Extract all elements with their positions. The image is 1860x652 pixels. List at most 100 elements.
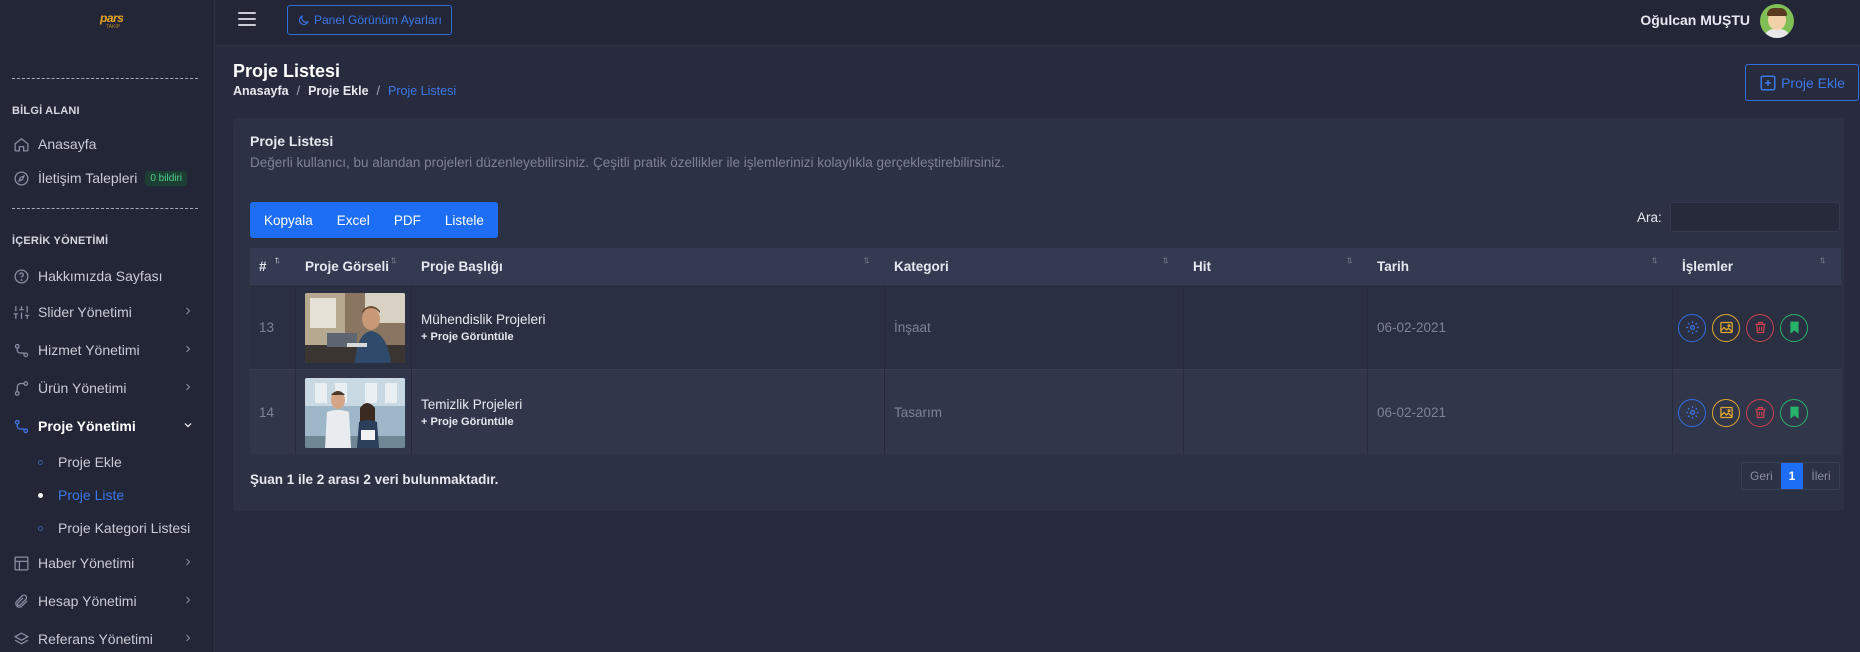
sort-icon: ↑↓ — [390, 255, 397, 266]
cell-hit — [1184, 285, 1368, 370]
hamburger-menu-icon[interactable] — [238, 12, 256, 28]
bookmark-icon — [1789, 406, 1799, 419]
project-thumbnail[interactable] — [305, 377, 405, 448]
sidebar-subitem-project-add[interactable]: Proje Ekle — [38, 452, 122, 472]
pdf-button[interactable]: PDF — [382, 213, 433, 228]
sidebar-divider — [12, 78, 198, 79]
sort-icon: ↑↓ — [1346, 255, 1353, 266]
sidebar-item-home[interactable]: Anasayfa — [12, 132, 202, 156]
cell-category: Tasarım — [885, 370, 1184, 455]
image-icon — [1719, 321, 1733, 334]
breadcrumb-project-add[interactable]: Proje Ekle — [308, 84, 368, 98]
cell-title: Mühendislik Projeleri + Proje Görüntüle — [412, 285, 885, 370]
export-button-group: Kopyala Excel PDF Listele — [250, 202, 498, 238]
print-button[interactable]: Listele — [433, 213, 496, 228]
table-info: Şuan 1 ile 2 arası 2 veri bulunmaktadır. — [250, 472, 499, 487]
sort-icon: ↑↓ — [863, 255, 870, 266]
sidebar-divider — [12, 208, 198, 209]
pagination-next[interactable]: İleri — [1803, 463, 1838, 489]
sidebar-subitem-project-category[interactable]: Proje Kategori Listesi — [38, 518, 190, 538]
route-icon — [12, 417, 30, 435]
delete-button[interactable] — [1746, 398, 1774, 427]
gear-icon — [1685, 321, 1699, 334]
user-name[interactable]: Oğulcan MUŞTU — [1640, 12, 1750, 28]
trash-icon — [1755, 321, 1765, 334]
section-content-title: İÇERİK YÖNETİMİ — [12, 235, 109, 247]
cell-title: Temizlik Projeleri + Proje Görüntüle — [412, 370, 885, 455]
sidebar-item-account[interactable]: Hesap Yönetimi — [12, 589, 202, 613]
breadcrumb-home[interactable]: Anasayfa — [233, 84, 289, 98]
column-header-title[interactable]: Proje Başlığı ↑↓ — [412, 248, 885, 284]
sidebar-item-news[interactable]: Haber Yönetimi — [12, 551, 202, 575]
view-project-link[interactable]: + Proje Görüntüle — [421, 416, 514, 428]
bullet-icon — [38, 525, 43, 531]
theme-settings-button[interactable]: Panel Görünüm Ayarları — [287, 5, 452, 35]
add-project-button[interactable]: Proje Ekle — [1745, 64, 1859, 101]
sidebar-item-product[interactable]: Ürün Yönetimi — [12, 376, 202, 400]
branch-icon — [12, 379, 30, 397]
column-header-date[interactable]: Tarih ↑↓ — [1368, 248, 1673, 284]
image-icon — [1719, 406, 1733, 419]
view-project-link[interactable]: + Proje Görüntüle — [421, 331, 514, 343]
project-list-card: Proje Listesi Değerli kullanıcı, bu alan… — [233, 118, 1844, 511]
sidebar-item-reference[interactable]: Referans Yönetimi — [12, 627, 202, 651]
moon-icon — [298, 14, 309, 25]
layers-icon — [12, 630, 30, 648]
breadcrumb-current: Proje Listesi — [388, 84, 457, 98]
sliders-icon — [12, 303, 30, 321]
column-header-category[interactable]: Kategori ↑↓ — [885, 248, 1184, 284]
image-button[interactable] — [1712, 313, 1740, 342]
project-table: # ↑↓ Proje Görseli ↑↓ Proje Başlığı ↑↓ K… — [250, 248, 1841, 455]
cell-image — [296, 370, 412, 455]
gear-icon — [1685, 406, 1699, 419]
card-description: Değerli kullanıcı, bu alandan projeleri … — [250, 155, 1005, 170]
cell-date: 06-02-2021 — [1368, 370, 1673, 455]
table-header: # ↑↓ Proje Görseli ↑↓ Proje Başlığı ↑↓ K… — [250, 248, 1841, 284]
table-row: 13 Mühendislik Projeleri + Proje Görüntü… — [250, 284, 1841, 370]
bookmark-button[interactable] — [1780, 313, 1808, 342]
sort-asc-icon: ↑↓ — [274, 255, 281, 266]
column-header-actions[interactable]: İşlemler ↑↓ — [1673, 248, 1841, 284]
table-row: 14 Temizlik Projeleri + Proje Görüntüle … — [250, 369, 1841, 455]
pars-logo[interactable]: pars TAKIP — [100, 12, 130, 30]
project-thumbnail[interactable] — [305, 292, 405, 363]
image-button[interactable] — [1712, 398, 1740, 427]
bookmark-icon — [1789, 321, 1799, 334]
column-header-id[interactable]: # ↑↓ — [250, 248, 296, 284]
pagination-page-1[interactable]: 1 — [1780, 463, 1804, 489]
chevron-right-icon — [186, 345, 191, 353]
sort-icon: ↑↓ — [1162, 255, 1169, 266]
cell-hit — [1184, 370, 1368, 455]
home-icon — [12, 135, 30, 153]
sidebar-item-project[interactable]: Proje Yönetimi — [12, 414, 202, 438]
cell-image — [296, 285, 412, 370]
sidebar-item-slider[interactable]: Slider Yönetimi — [12, 300, 202, 324]
project-title[interactable]: Mühendislik Projeleri — [421, 312, 546, 327]
cell-id: 14 — [250, 370, 296, 455]
pagination-prev[interactable]: Geri — [1742, 463, 1781, 489]
avatar[interactable] — [1760, 4, 1794, 38]
project-title[interactable]: Temizlik Projeleri — [421, 397, 522, 412]
chevron-right-icon — [186, 558, 191, 566]
settings-button[interactable] — [1678, 313, 1706, 342]
column-header-hit[interactable]: Hit ↑↓ — [1184, 248, 1368, 284]
chevron-right-icon — [186, 383, 191, 391]
column-header-image[interactable]: Proje Görseli ↑↓ — [296, 248, 412, 284]
sidebar-item-about[interactable]: Hakkımızda Sayfası — [12, 264, 202, 288]
paperclip-icon — [12, 592, 30, 610]
cell-actions — [1673, 285, 1841, 370]
bookmark-button[interactable] — [1780, 398, 1808, 427]
sidebar-item-service[interactable]: Hizmet Yönetimi — [12, 338, 202, 362]
layout-icon — [12, 554, 30, 572]
search-input[interactable] — [1670, 202, 1840, 232]
sidebar-item-contact[interactable]: İletişim Talepleri 0 bildiri — [12, 166, 202, 190]
excel-button[interactable]: Excel — [325, 213, 382, 228]
chevron-right-icon — [186, 596, 191, 604]
bullet-icon — [38, 459, 43, 465]
section-info-title: BİLGİ ALANI — [12, 105, 80, 117]
copy-button[interactable]: Kopyala — [252, 213, 325, 228]
settings-button[interactable] — [1678, 398, 1706, 427]
trash-icon — [1755, 406, 1765, 419]
delete-button[interactable] — [1746, 313, 1774, 342]
sidebar-subitem-project-list[interactable]: Proje Liste — [38, 485, 124, 505]
